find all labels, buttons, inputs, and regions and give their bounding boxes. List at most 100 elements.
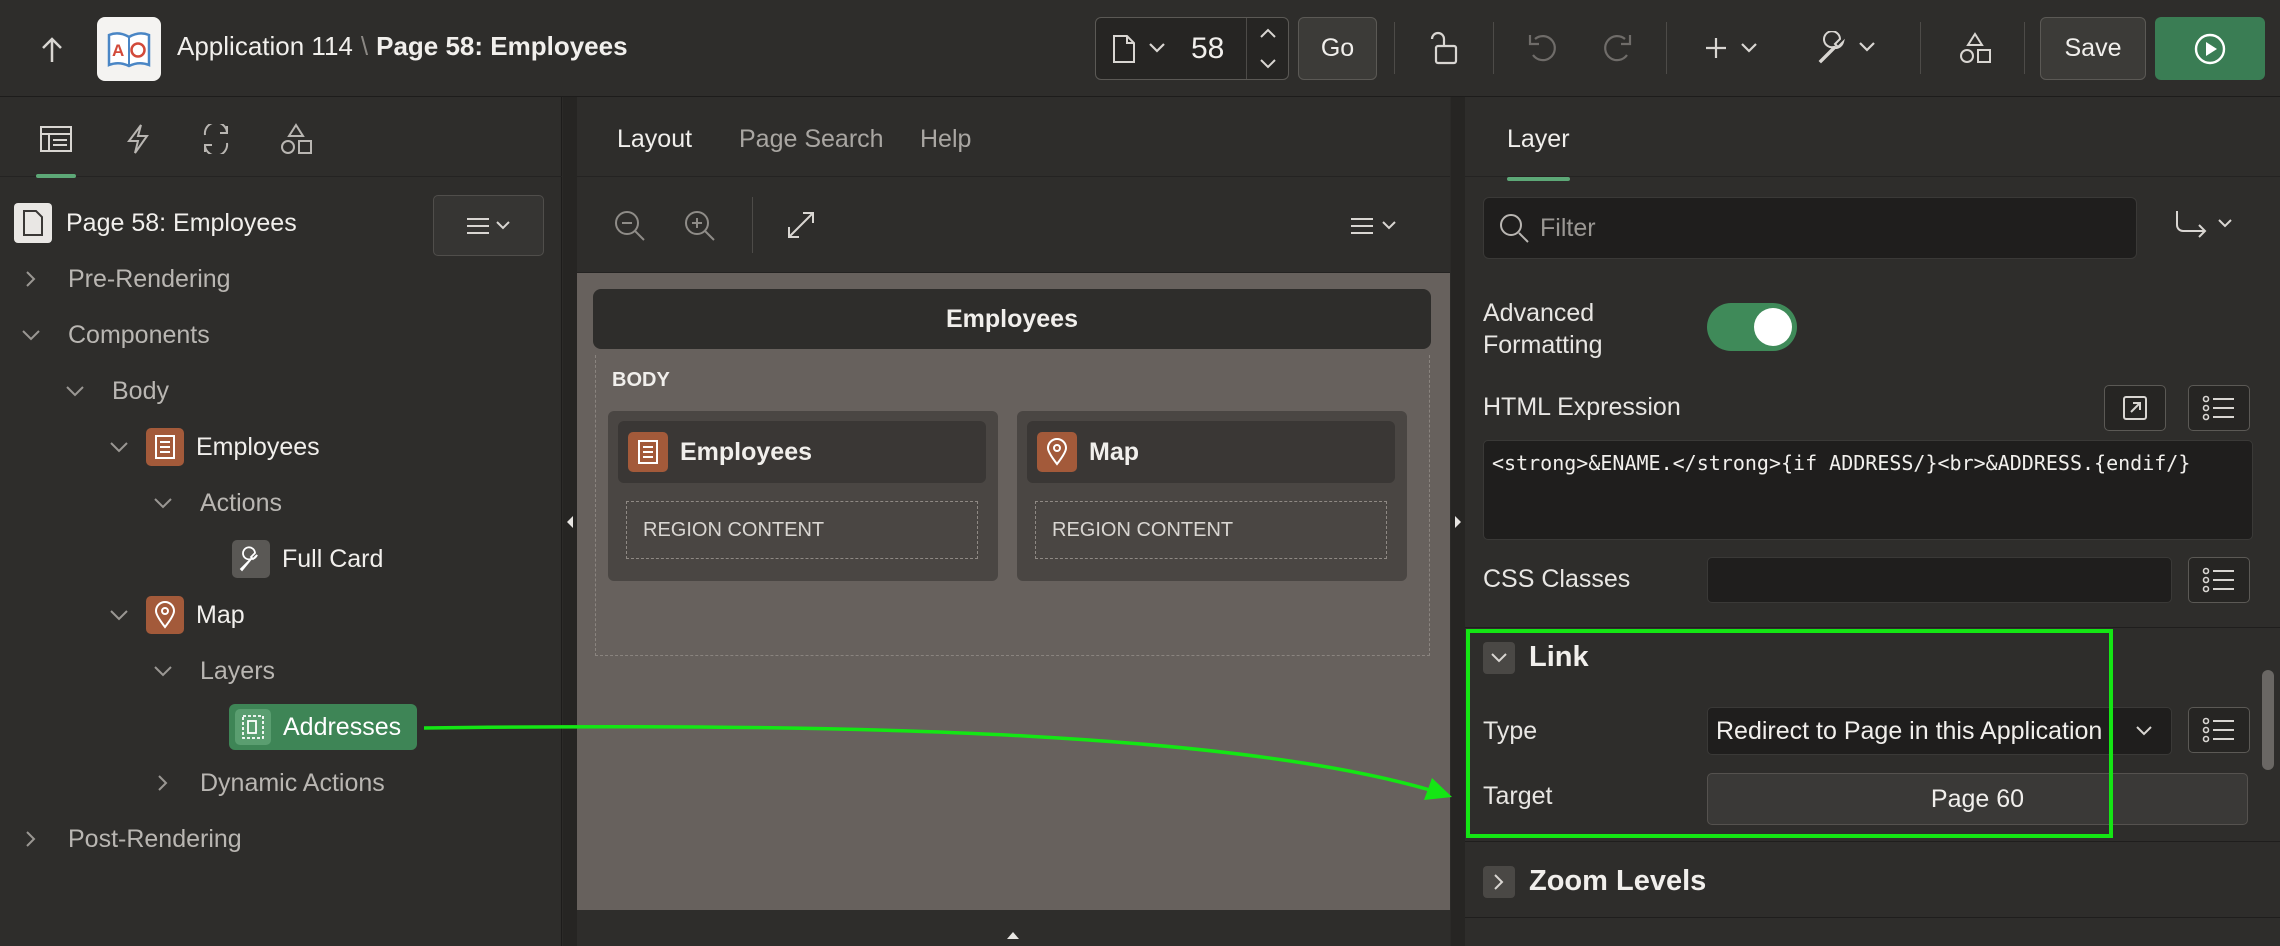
layout-menu-icon[interactable] — [1349, 215, 1405, 237]
go-to-group-icon[interactable] — [2173, 207, 2239, 243]
search-icon — [1500, 214, 1529, 243]
breadcrumb-separator: \ — [360, 31, 369, 61]
chevron-right-icon[interactable] — [20, 828, 42, 850]
chevron-down-icon[interactable] — [20, 324, 42, 346]
link-type-list-button[interactable] — [2188, 707, 2250, 753]
layout-toolbar — [577, 177, 1450, 273]
go-button[interactable]: Go — [1298, 17, 1377, 80]
tab-rendering[interactable] — [34, 117, 78, 178]
run-button[interactable] — [2155, 17, 2265, 80]
rendering-tree-panel: Page 58: Employees Pre-Rendering Compone… — [0, 97, 562, 946]
left-splitter[interactable] — [563, 97, 577, 946]
region-content-placeholder[interactable]: REGION CONTENT — [626, 501, 978, 559]
expand-up-icon[interactable] — [1005, 930, 1021, 940]
region-content-placeholder[interactable]: REGION CONTENT — [1035, 501, 1387, 559]
filter-box[interactable] — [1483, 197, 2137, 259]
up-arrow-icon[interactable] — [32, 30, 72, 70]
region-employees[interactable]: Employees REGION CONTENT — [608, 411, 998, 581]
tree-item-body[interactable]: Body — [64, 366, 169, 416]
redo-icon[interactable] — [1596, 28, 1636, 68]
collapse-right-icon[interactable] — [1453, 514, 1463, 530]
tab-dynamic-actions[interactable] — [116, 117, 160, 161]
left-panel-tabs — [0, 97, 562, 178]
tree-item-actions[interactable]: Actions — [152, 478, 282, 528]
section-zoom-levels[interactable]: Zoom Levels — [1483, 865, 1706, 898]
shapes-icon[interactable] — [1955, 26, 1995, 70]
tab-layer[interactable]: Layer — [1507, 125, 1570, 181]
increment-icon[interactable] — [1259, 27, 1277, 39]
html-expression-textarea[interactable]: <strong>&ENAME.</strong>{if ADDRESS/}<br… — [1483, 440, 2253, 540]
tree-item-components[interactable]: Components — [20, 310, 210, 360]
chevron-down-icon[interactable] — [152, 492, 174, 514]
cards-region-icon — [146, 428, 184, 466]
chevron-down-icon[interactable] — [108, 436, 130, 458]
list-icon — [2202, 717, 2234, 743]
tree-item-layers[interactable]: Layers — [152, 646, 275, 696]
tree-label: Post-Rendering — [68, 824, 242, 853]
top-toolbar: A Application 114 \ Page 58: Employees 58 … — [0, 0, 2280, 97]
hamburger-icon — [466, 217, 510, 234]
decrement-icon[interactable] — [1259, 58, 1277, 70]
tree-item-post-rendering[interactable]: Post-Rendering — [20, 814, 242, 864]
add-menu-icon[interactable] — [1702, 28, 1764, 68]
tab-page-search[interactable]: Page Search — [739, 125, 884, 154]
tab-help[interactable]: Help — [920, 125, 971, 154]
chevron-down-icon[interactable] — [1148, 42, 1166, 54]
page-selector[interactable]: 58 — [1095, 17, 1289, 80]
css-classes-input[interactable] — [1707, 557, 2172, 603]
zoom-out-icon[interactable] — [613, 209, 647, 243]
tree-item-map[interactable]: Map — [108, 590, 245, 640]
filter-input[interactable] — [1540, 198, 2130, 258]
chevron-down-icon[interactable] — [108, 604, 130, 626]
chevron-right-icon[interactable] — [152, 772, 174, 794]
cards-region-icon — [628, 432, 668, 472]
list-icon — [2202, 395, 2234, 421]
map-pin-icon — [146, 596, 184, 634]
html-expression-list-button[interactable] — [2188, 385, 2250, 431]
zoom-in-icon[interactable] — [683, 209, 717, 243]
unlock-icon[interactable] — [1424, 26, 1464, 70]
tree-label: Employees — [196, 432, 320, 461]
shapes-icon — [281, 123, 312, 154]
expand-icon[interactable] — [785, 209, 817, 241]
chevron-down-icon[interactable] — [64, 380, 86, 402]
body-drop-zone[interactable]: BODY Employees REGION CONTENT Map REGION… — [595, 355, 1430, 656]
region-map[interactable]: Map REGION CONTENT — [1017, 411, 1407, 581]
chevron-right-icon[interactable] — [20, 268, 42, 290]
tree-menu-button[interactable] — [433, 195, 544, 256]
chevron-right-icon[interactable] — [1483, 865, 1515, 898]
app-logo[interactable]: A — [97, 17, 161, 81]
tree-item-employees[interactable]: Employees — [108, 422, 320, 472]
section-title: Zoom Levels — [1529, 865, 1707, 897]
advanced-formatting-toggle[interactable] — [1707, 303, 1797, 351]
tree-item-addresses[interactable]: Addresses — [229, 704, 418, 750]
open-dialog-button[interactable] — [2104, 385, 2166, 431]
tree-item-dynamic-actions[interactable]: Dynamic Actions — [152, 758, 385, 808]
tree-item-pre-rendering[interactable]: Pre-Rendering — [20, 254, 231, 304]
page-number-input[interactable]: 58 — [1191, 32, 1224, 66]
layer-icon — [235, 709, 271, 745]
tab-processing[interactable] — [194, 117, 238, 161]
property-scrollbar[interactable] — [2262, 670, 2274, 770]
chevron-down-icon[interactable] — [152, 660, 174, 682]
tab-layout[interactable]: Layout — [617, 125, 693, 181]
rendering-icon — [40, 126, 72, 152]
tree-label: Pre-Rendering — [68, 264, 231, 293]
play-icon — [2194, 33, 2226, 64]
tree-root[interactable]: Page 58: Employees — [14, 198, 297, 248]
css-classes-list-button[interactable] — [2188, 557, 2250, 603]
wrench-icon[interactable] — [1814, 26, 1880, 70]
save-button[interactable]: Save — [2040, 17, 2146, 80]
right-splitter[interactable] — [1451, 97, 1465, 946]
app-name[interactable]: Application 114 — [177, 31, 353, 61]
gallery-drawer[interactable] — [577, 910, 1450, 946]
tree-label: Body — [112, 376, 169, 405]
tree-item-full-card[interactable]: Full Card — [232, 534, 383, 584]
collapse-left-icon[interactable] — [565, 514, 575, 530]
region-header-employees[interactable]: Employees — [593, 289, 1431, 349]
tab-shared-components[interactable] — [274, 117, 318, 161]
undo-icon[interactable] — [1524, 28, 1564, 68]
external-link-icon — [2123, 396, 2147, 420]
body-label: BODY — [612, 369, 670, 391]
advanced-formatting-label: Advanced Formatting — [1483, 299, 1603, 359]
